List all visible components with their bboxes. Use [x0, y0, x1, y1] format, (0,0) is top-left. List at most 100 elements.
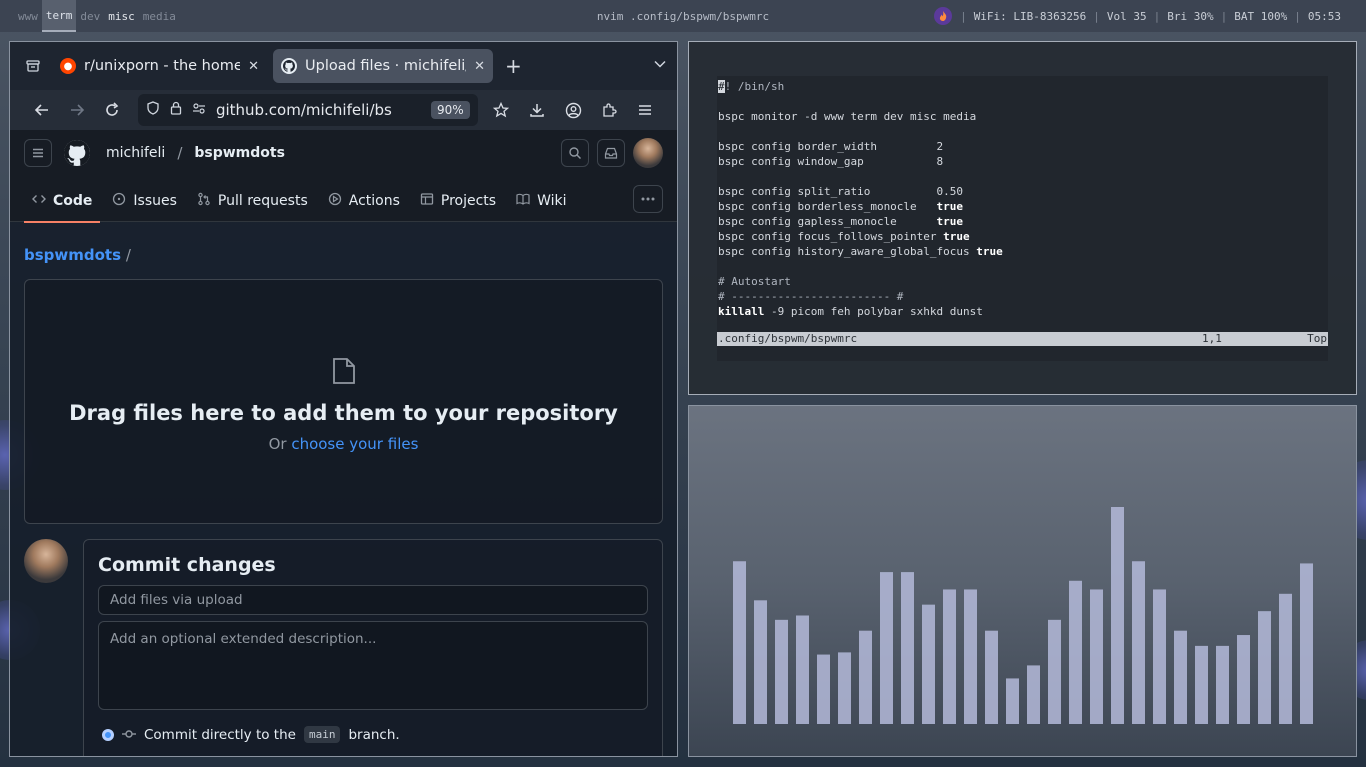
workspace-media[interactable]: media	[139, 0, 180, 32]
workspace-dev[interactable]: dev	[76, 0, 104, 32]
drop-zone-or: Or	[268, 434, 292, 453]
audio-visualizer-window	[688, 405, 1357, 757]
code-line[interactable]: bspc config focus_follows_pointer true	[718, 229, 1328, 244]
drop-zone-heading: Drag files here to add them to your repo…	[69, 400, 618, 425]
separator: |	[1220, 9, 1228, 23]
code-token: -9 picom feh polybar sxhkd dunst	[764, 305, 983, 318]
lock-icon[interactable]	[170, 101, 182, 119]
hamburger-menu-icon[interactable]	[24, 139, 52, 167]
code-line[interactable]: # ------------------------ #	[718, 289, 1328, 304]
commit-description-textarea[interactable]: Add an optional extended description...	[98, 621, 648, 710]
permissions-icon[interactable]	[192, 101, 206, 119]
workspace-misc[interactable]: misc	[104, 0, 139, 32]
address-bar[interactable]: github.com/michifeli/bs 90%	[137, 94, 478, 126]
code-line[interactable]: bspc config borderless_monocle true	[718, 199, 1328, 214]
avatar[interactable]	[633, 138, 663, 168]
visualizer-bar	[1006, 678, 1019, 724]
tab-reddit[interactable]: ● r/unixporn - the home fo ✕	[52, 49, 267, 83]
issue-icon	[112, 192, 126, 210]
terminal-window[interactable]: #! /bin/sh bspc monitor -d www term dev m…	[688, 41, 1357, 395]
account-icon[interactable]	[555, 95, 591, 125]
commit-message-input[interactable]: Add files via upload	[98, 585, 648, 615]
code-line[interactable]: killall -9 picom feh polybar sxhkd dunst	[718, 304, 1328, 319]
tab-label: Code	[53, 193, 93, 209]
forward-arrow-icon[interactable]	[59, 95, 94, 125]
back-arrow-icon[interactable]	[24, 95, 59, 125]
tab-issues[interactable]: Issues	[104, 192, 185, 222]
workspace-www[interactable]: www	[14, 0, 42, 32]
upload-page: bspwmdots / Drag files here to add them …	[10, 246, 677, 756]
chevron-down-icon[interactable]	[653, 57, 667, 75]
breadcrumb-separator: /	[125, 246, 131, 264]
download-icon[interactable]	[519, 95, 555, 125]
top-bar: www term dev misc media nvim .config/bspwm/b…	[0, 0, 1366, 32]
workspace-term[interactable]: term	[41, 0, 77, 32]
code-line[interactable]: bspc config window_gap 8	[718, 154, 1328, 169]
visualizer-bar	[943, 589, 956, 724]
search-icon[interactable]	[561, 139, 589, 167]
zoom-level[interactable]: 90%	[431, 101, 470, 119]
statusline-cursor-position: 1,1	[1202, 332, 1222, 345]
breadcrumb-repo-link[interactable]: bspwmdots	[24, 246, 121, 264]
code-token: bspc config borderless_monocle	[718, 200, 937, 213]
code-line[interactable]	[718, 169, 1328, 184]
flame-icon[interactable]	[934, 7, 953, 25]
code-line[interactable]	[718, 259, 1328, 274]
clock: 05:53	[1307, 9, 1341, 23]
code-line[interactable]: bspc config history_aware_global_focus t…	[718, 244, 1328, 259]
code-token: true	[936, 215, 964, 228]
code-line[interactable]: bspc monitor -d www term dev misc media	[718, 109, 1328, 124]
close-icon[interactable]: ✕	[474, 59, 485, 74]
code-line[interactable]: bspc config split_ratio 0.50	[718, 184, 1328, 199]
tab-wiki[interactable]: Wiki	[508, 192, 574, 222]
tab-label: Projects	[440, 193, 497, 209]
visualizer-bar	[754, 600, 767, 724]
visualizer-bar	[1258, 611, 1271, 724]
close-icon[interactable]: ✕	[248, 59, 259, 74]
volume-status[interactable]: Vol 35	[1100, 10, 1154, 23]
new-tab-button[interactable]: +	[505, 54, 522, 78]
code-line[interactable]	[718, 124, 1328, 139]
code-line[interactable]: # Autostart	[718, 274, 1328, 289]
tab-github-upload[interactable]: Upload files · michifeli/b ✕	[273, 49, 493, 83]
separator: |	[1294, 9, 1301, 23]
wifi-status[interactable]: WiFi: LIB-8363256	[967, 10, 1094, 23]
brightness-status[interactable]: Bri 30%	[1160, 10, 1220, 23]
file-drop-zone[interactable]: Drag files here to add them to your repo…	[24, 279, 663, 524]
tab-label: Pull requests	[217, 193, 308, 209]
nvim-editor[interactable]: #! /bin/sh bspc monitor -d www term dev m…	[717, 76, 1328, 361]
hamburger-menu-icon[interactable]	[627, 95, 663, 125]
tab-code[interactable]: Code	[24, 192, 101, 223]
visualizer-bar	[1111, 507, 1124, 724]
visualizer-bar	[1174, 630, 1187, 724]
tab-pull-requests[interactable]: Pull requests	[189, 192, 316, 222]
commit-direct-radio[interactable]	[102, 728, 114, 741]
tab-actions[interactable]: Actions	[320, 192, 408, 222]
tab-manager-icon[interactable]	[20, 53, 46, 79]
code-line[interactable]: bspc config border_width 2	[718, 139, 1328, 154]
commit-target-option[interactable]: Commit directly to the main branch.	[98, 726, 648, 743]
visualizer-bar	[733, 561, 746, 724]
breadcrumb: bspwmdots /	[24, 246, 663, 264]
reload-icon[interactable]	[95, 95, 130, 125]
repo-name-link[interactable]: bspwmdots	[194, 145, 285, 161]
url-text[interactable]: github.com/michifeli/bs	[216, 101, 421, 119]
status-modules: | WiFi: LIB-8363256 | Vol 35 | Bri 30% |…	[934, 0, 1348, 32]
code-token: # ------------------------ #	[718, 290, 904, 303]
choose-files-link[interactable]: choose your files	[291, 435, 418, 453]
code-token: bspc config focus_follows_pointer	[718, 230, 944, 243]
repo-owner-link[interactable]: michifeli	[106, 145, 165, 161]
inbox-icon[interactable]	[597, 139, 625, 167]
code-token: # Autostart	[718, 275, 791, 288]
tab-projects[interactable]: Projects	[412, 192, 504, 222]
code-line[interactable]: #! /bin/sh	[718, 79, 1328, 94]
bookmark-star-icon[interactable]	[484, 95, 519, 125]
code-line[interactable]	[718, 94, 1328, 109]
more-options-icon[interactable]	[633, 185, 663, 213]
github-logo-icon[interactable]	[64, 140, 90, 166]
code-buffer[interactable]: #! /bin/sh bspc monitor -d www term dev m…	[717, 76, 1328, 319]
extensions-icon[interactable]	[591, 95, 627, 125]
code-line[interactable]: bspc config gapless_monocle true	[718, 214, 1328, 229]
shield-icon[interactable]	[146, 101, 160, 119]
visualizer-bar	[1069, 580, 1082, 724]
